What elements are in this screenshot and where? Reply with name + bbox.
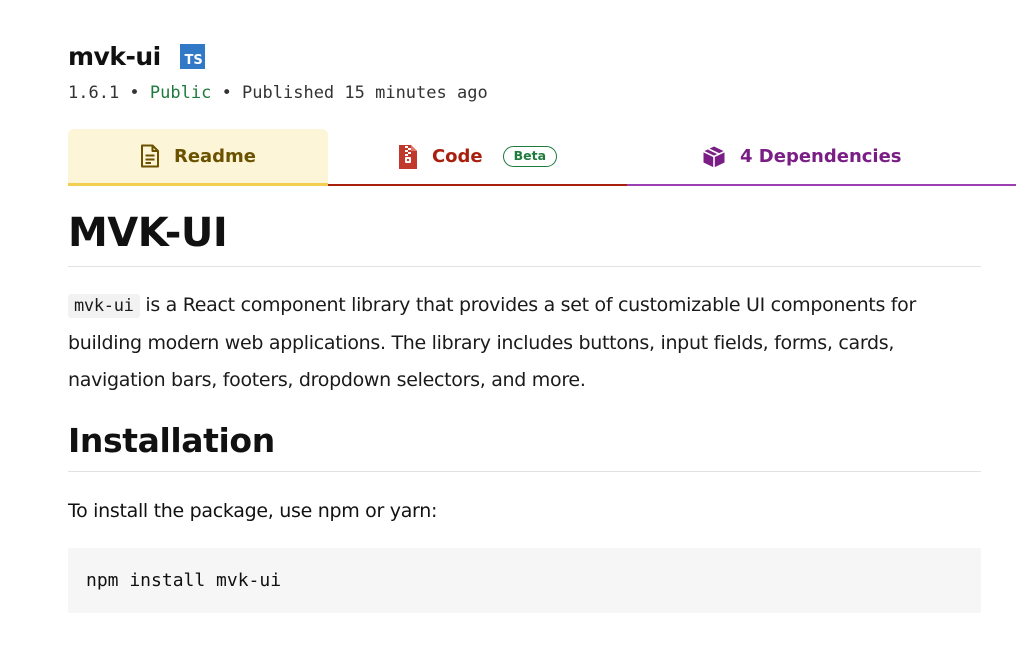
typescript-icon[interactable]: TS xyxy=(179,43,205,69)
published-time: Published 15 minutes ago xyxy=(242,83,488,103)
package-version: 1.6.1 xyxy=(68,83,120,103)
document-icon xyxy=(140,144,160,168)
package-meta: 1.6.1 • Public • Published 15 minutes ag… xyxy=(68,83,488,103)
tab-code[interactable]: Code Beta xyxy=(328,129,627,186)
visibility-label: Public xyxy=(149,83,212,103)
inline-code-package: mvk-ui xyxy=(68,294,140,318)
tab-dependencies[interactable]: 4 Dependencies xyxy=(627,129,1016,186)
installation-text: To install the package, use npm or yarn: xyxy=(68,499,438,522)
readme-intro-text: is a React component library that provid… xyxy=(68,294,917,391)
tab-readme[interactable]: Readme xyxy=(68,129,328,186)
tab-dependencies-label: 4 Dependencies xyxy=(740,146,902,167)
install-command: npm install mvk-ui xyxy=(86,569,282,591)
zip-file-icon xyxy=(398,144,418,170)
meta-separator: • xyxy=(211,83,243,103)
readme-title: MVK-UI xyxy=(68,209,981,267)
package-page: mvk-ui TS 1.6.1 • Public • Published 15 … xyxy=(0,0,1016,663)
box-icon xyxy=(702,145,726,169)
installation-heading: Installation xyxy=(68,421,981,472)
readme-content: MVK-UI mvk-ui is a React component libra… xyxy=(68,209,981,613)
readme-intro: mvk-ui is a React component library that… xyxy=(68,287,981,399)
package-tabs: Readme Code Beta 4 Dependencies xyxy=(68,129,1016,186)
meta-separator: • xyxy=(119,83,150,103)
package-name: mvk-ui xyxy=(68,41,161,71)
beta-badge: Beta xyxy=(502,146,558,167)
install-command-block[interactable]: npm install mvk-ui xyxy=(68,547,981,613)
tab-code-label: Code xyxy=(431,146,483,167)
tab-readme-label: Readme xyxy=(173,145,257,167)
package-header: mvk-ui TS 1.6.1 • Public • Published 15 … xyxy=(68,38,488,104)
package-title-row: mvk-ui TS xyxy=(68,38,488,74)
